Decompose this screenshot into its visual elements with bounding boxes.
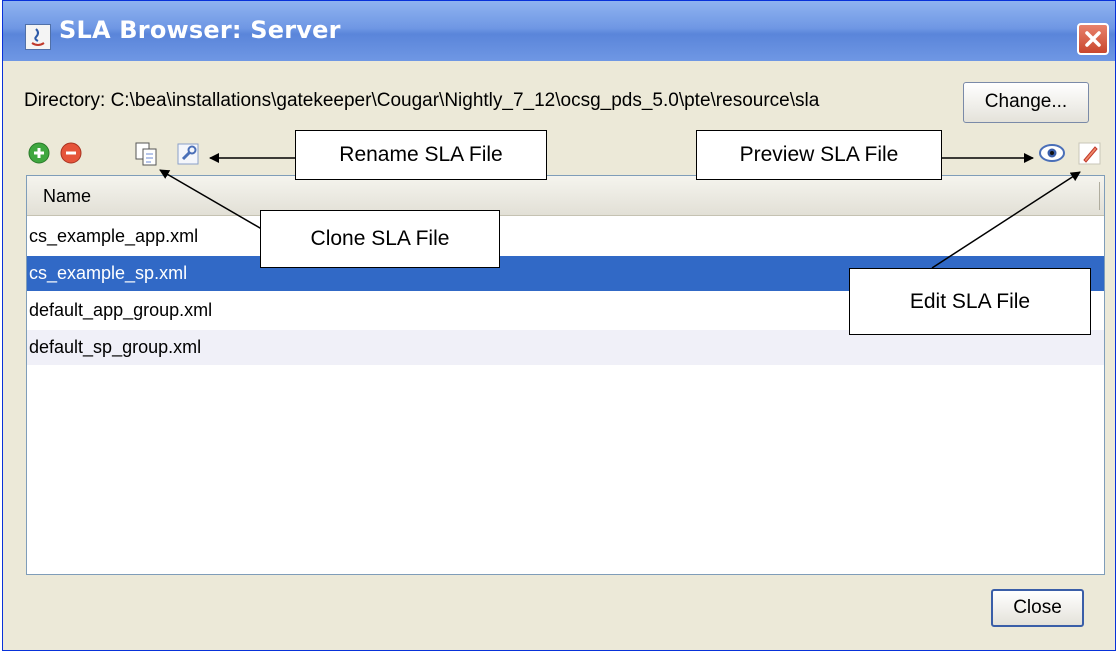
table-row[interactable]: cs_example_app.xml — [27, 219, 1104, 254]
edit-sla-button[interactable] — [1077, 141, 1103, 171]
remove-sla-button[interactable] — [59, 141, 83, 169]
column-header-name[interactable]: Name — [43, 186, 91, 207]
close-button[interactable]: Close — [991, 589, 1084, 627]
file-name: cs_example_app.xml — [29, 226, 199, 246]
sla-file-table[interactable]: Name cs_example_app.xml cs_example_sp.xm… — [26, 175, 1105, 575]
window-close-button[interactable] — [1077, 23, 1109, 55]
table-header[interactable]: Name — [27, 176, 1104, 216]
rename-callout: Rename SLA File — [295, 130, 547, 180]
table-row[interactable]: default_sp_group.xml — [27, 330, 1104, 365]
clone-sla-button[interactable] — [134, 141, 160, 171]
rename-sla-button[interactable] — [175, 141, 201, 171]
window-title: SLA Browser: Server — [59, 16, 341, 44]
java-app-icon — [25, 24, 51, 50]
edit-icon — [1078, 142, 1101, 165]
rename-icon — [177, 143, 199, 165]
clone-icon — [135, 142, 157, 166]
file-name: default_sp_group.xml — [29, 337, 202, 357]
preview-callout: Preview SLA File — [696, 130, 942, 180]
add-sla-button[interactable] — [27, 141, 51, 169]
directory-path: Directory: C:\bea\installations\gatekeep… — [24, 90, 820, 111]
file-name: default_app_group.xml — [29, 300, 213, 320]
add-icon — [28, 142, 50, 164]
change-directory-button[interactable]: Change... — [963, 82, 1089, 123]
preview-icon — [1039, 144, 1065, 162]
remove-icon — [60, 142, 82, 164]
close-icon — [1085, 31, 1101, 47]
edit-callout: Edit SLA File — [849, 268, 1091, 335]
column-divider — [1099, 182, 1100, 210]
file-name: cs_example_sp.xml — [29, 263, 188, 283]
preview-sla-button[interactable] — [1038, 141, 1066, 169]
clone-callout: Clone SLA File — [260, 210, 500, 268]
title-bar[interactable]: SLA Browser: Server — [3, 1, 1115, 61]
